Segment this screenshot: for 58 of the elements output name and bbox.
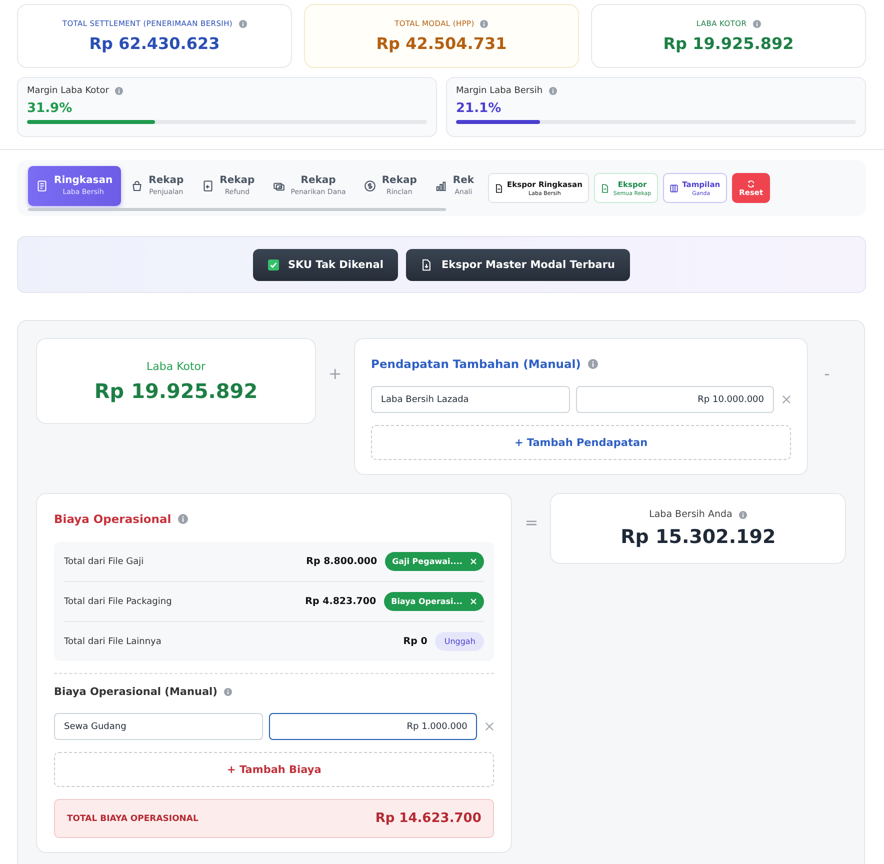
file-download-icon xyxy=(421,258,432,270)
file-icon xyxy=(495,184,504,192)
info-icon xyxy=(224,688,232,696)
refresh-icon xyxy=(747,180,756,188)
gross-profit-value: Rp 19.925.892 xyxy=(94,378,258,402)
plus-sign: + xyxy=(327,364,343,383)
checkbox-icon xyxy=(268,258,279,270)
info-icon xyxy=(178,514,188,524)
close-icon[interactable] xyxy=(782,395,791,404)
add-income-button[interactable]: + Tambah Pendapatan xyxy=(371,425,791,460)
margin-label: Margin Laba Bersih xyxy=(456,86,543,96)
dollar-icon xyxy=(364,180,376,192)
document-icon xyxy=(36,180,48,192)
upload-button[interactable]: Unggah xyxy=(435,632,484,651)
net-profit-label: Laba Bersih Anda xyxy=(649,509,732,520)
amount-field[interactable]: Rp 1.000.000 xyxy=(268,713,478,740)
margin-label: Margin Laba Kotor xyxy=(27,86,109,96)
name-field[interactable]: Sewa Gudang xyxy=(54,713,263,740)
info-icon xyxy=(739,510,748,518)
income-title: Pendapatan Tambahan (Manual) xyxy=(371,357,581,371)
file-icon xyxy=(601,184,610,192)
card-value: Rp 19.925.892 xyxy=(663,34,794,53)
expense-title: Biaya Operasional xyxy=(54,512,172,526)
file-amount: Rp 0 xyxy=(403,636,428,647)
card-value: Rp 62.430.623 xyxy=(89,34,220,53)
file-tag[interactable]: Biaya Operasi... xyxy=(384,592,484,611)
file-tag[interactable]: Gaji Pegawai.... xyxy=(385,552,484,571)
bag-icon xyxy=(130,180,143,192)
action-button[interactable]: SKU Tak Dikenal xyxy=(252,248,398,280)
info-icon xyxy=(238,20,247,28)
card-value: Rp 42.504.731 xyxy=(376,34,507,53)
info-icon xyxy=(752,20,761,28)
info-icon xyxy=(480,20,488,28)
info-icon xyxy=(588,359,598,369)
margin-value: 31.9% xyxy=(27,101,74,116)
gross-profit-label: Laba Kotor xyxy=(146,360,206,372)
total-label: TOTAL BIAYA OPERASIONAL xyxy=(67,814,198,824)
file-label: Total dari File Lainnya xyxy=(64,636,162,646)
file-amount: Rp 8.800.000 xyxy=(306,556,378,567)
name-field[interactable]: Laba Bersih Lazada xyxy=(371,386,570,413)
receipt-icon xyxy=(202,180,214,192)
columns-icon xyxy=(670,184,678,192)
info-icon xyxy=(114,87,123,95)
total-value: Rp 14.623.700 xyxy=(375,811,482,826)
close-icon[interactable] xyxy=(485,722,494,731)
margin-value: 21.1% xyxy=(456,101,502,116)
file-label: Total dari File Packaging xyxy=(64,596,173,606)
net-profit-value: Rp 15.302.192 xyxy=(620,526,776,548)
bar-chart-icon xyxy=(434,180,447,192)
amount-field[interactable]: Rp 10.000.000 xyxy=(576,386,774,413)
manual-expense-title: Biaya Operasional (Manual) xyxy=(54,686,218,698)
add-expense-button[interactable]: + Tambah Biaya xyxy=(54,752,494,787)
action-button[interactable]: Ekspor Master Modal Terbaru xyxy=(406,248,630,280)
equals-sign: = xyxy=(524,513,540,532)
file-label: Total dari File Gaji xyxy=(64,556,145,566)
file-amount: Rp 4.823.700 xyxy=(305,596,376,607)
info-icon xyxy=(548,87,557,95)
minus-sign: - xyxy=(823,364,831,383)
